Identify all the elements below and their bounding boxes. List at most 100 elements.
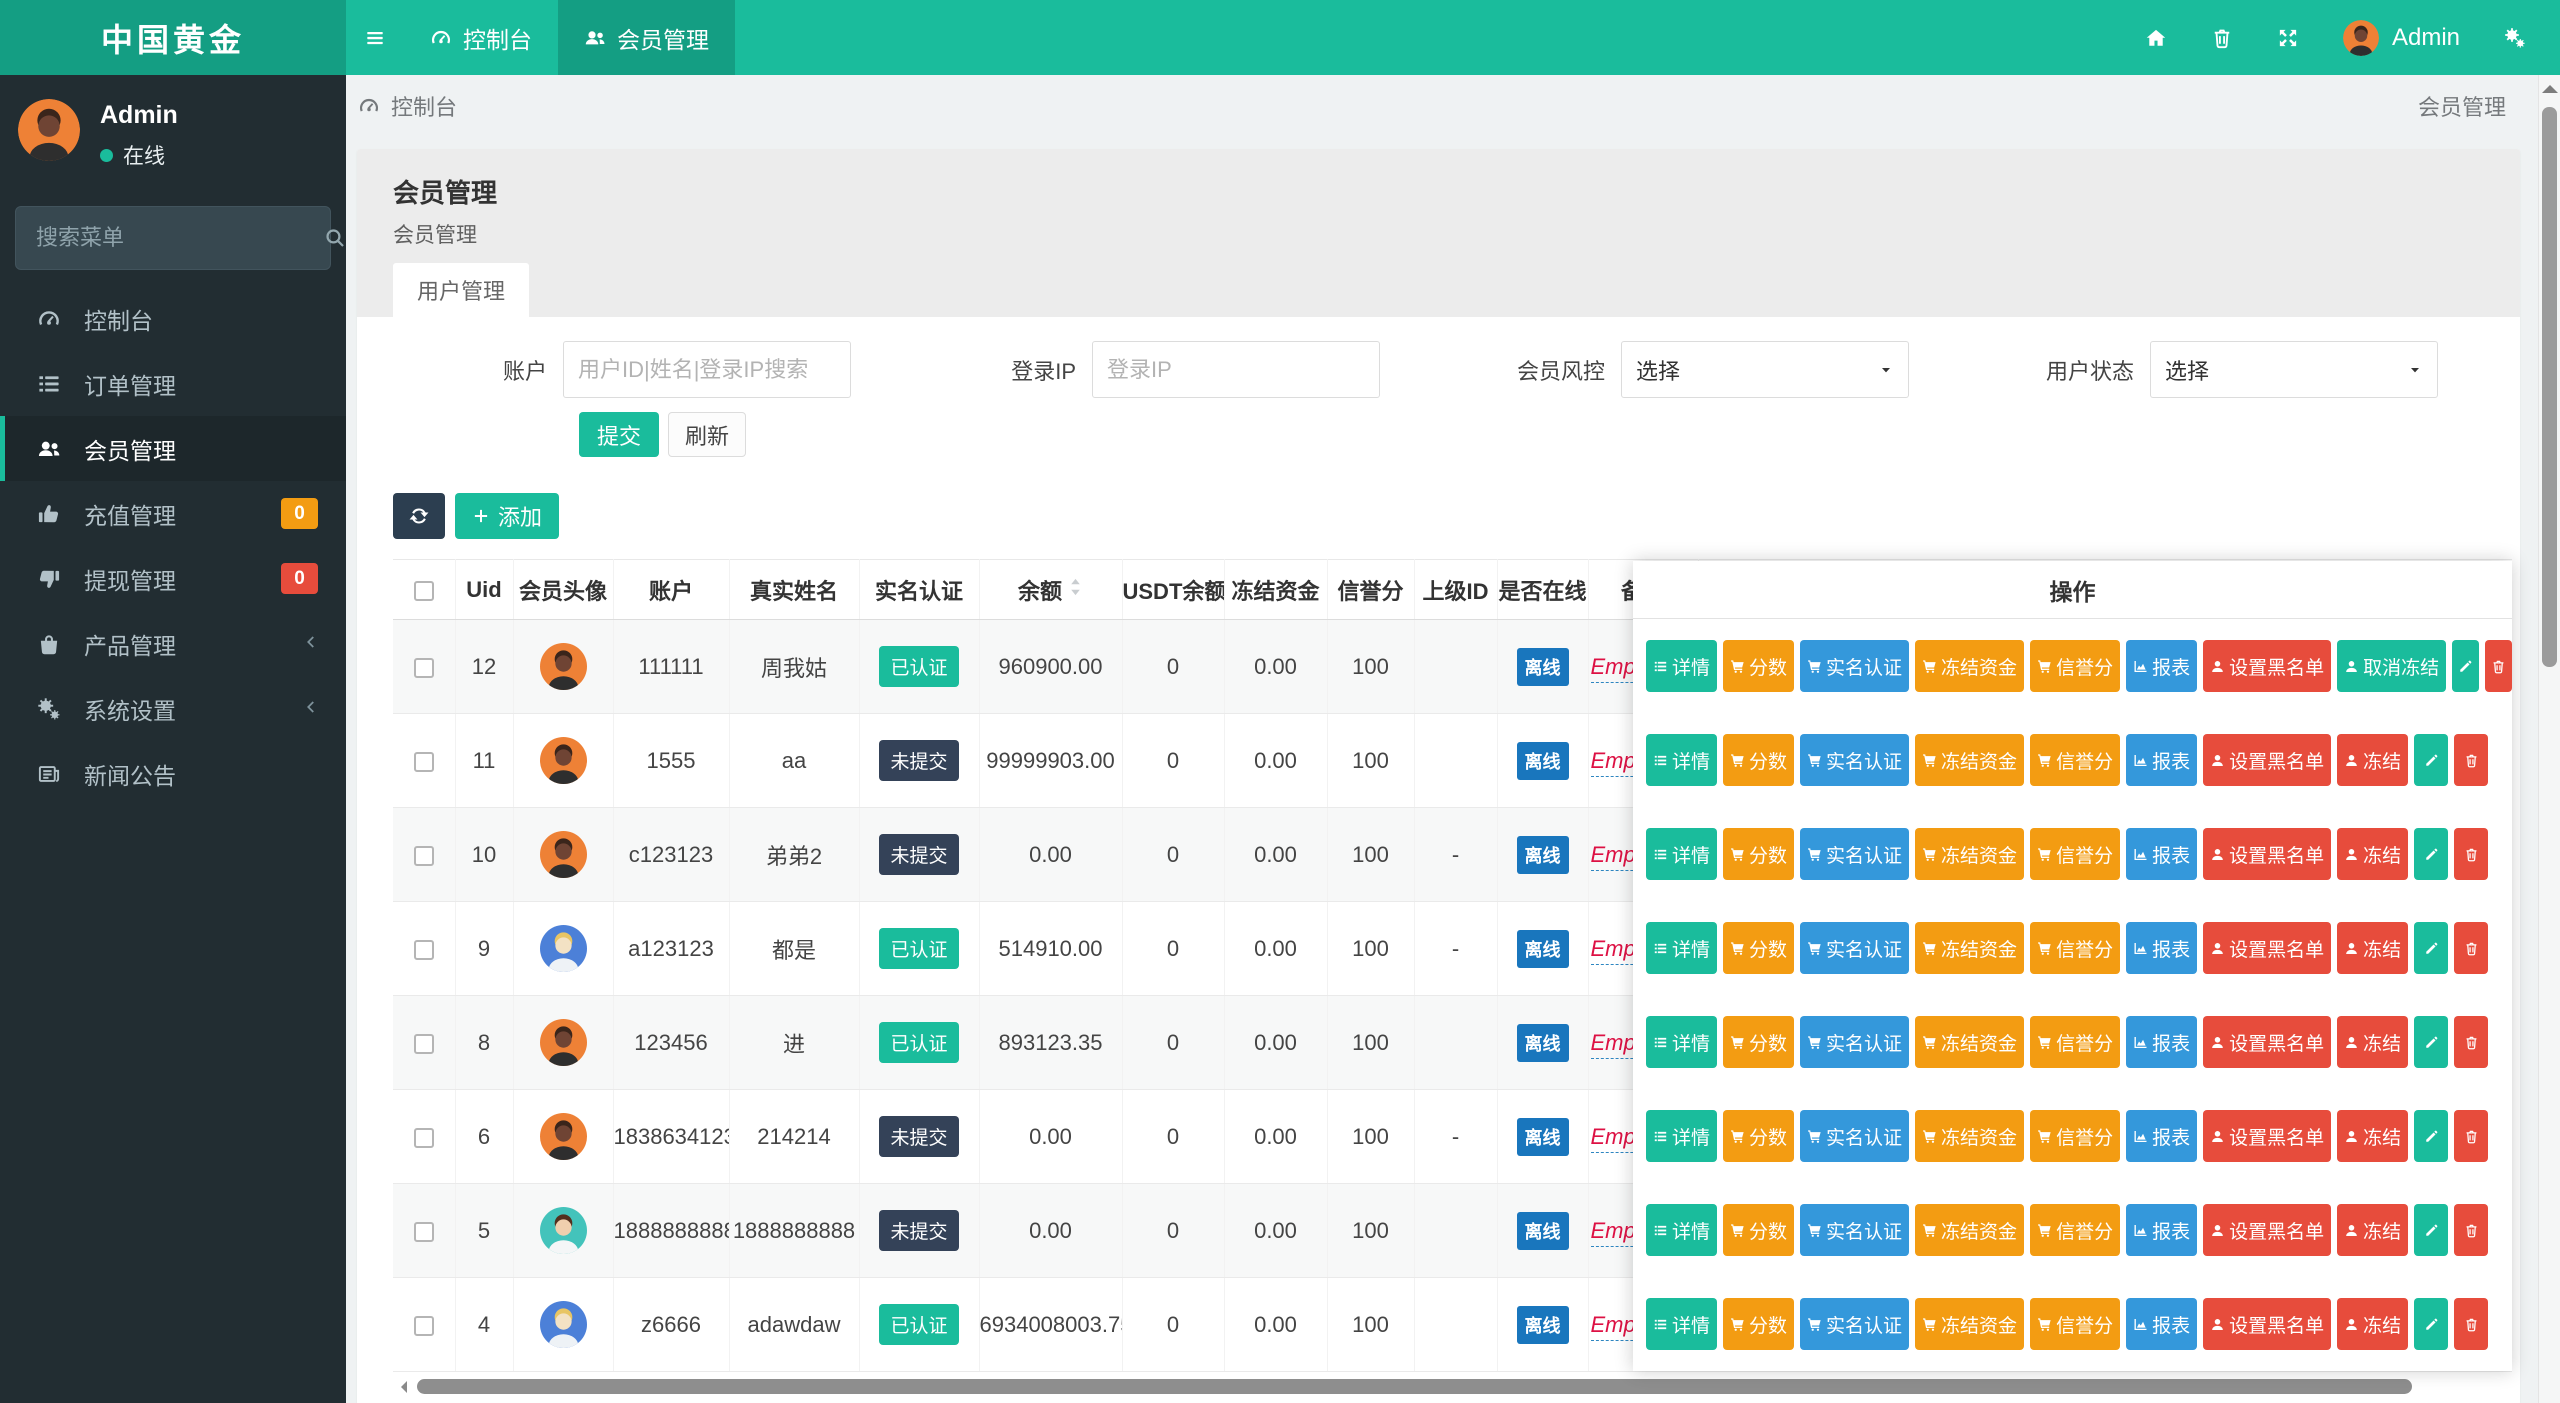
delete-button[interactable] (2454, 1110, 2488, 1162)
detail-button[interactable]: 详情 (1646, 1110, 1717, 1162)
credit-score-button[interactable]: 信誉分 (2030, 1016, 2120, 1068)
row-checkbox[interactable] (414, 1316, 434, 1336)
realname-verify-button[interactable]: 实名认证 (1800, 1016, 1909, 1068)
blacklist-button[interactable]: 设置黑名单 (2203, 1204, 2331, 1256)
score-button[interactable]: 分数 (1723, 640, 1794, 692)
blacklist-button[interactable]: 设置黑名单 (2203, 828, 2331, 880)
sidebar-search-input[interactable] (36, 225, 324, 251)
blacklist-button[interactable]: 设置黑名单 (2203, 1016, 2331, 1068)
edit-button[interactable] (2414, 1110, 2448, 1162)
sidebar-item-withdraw[interactable]: 提现管理0 (0, 546, 346, 611)
home-button[interactable] (2123, 0, 2189, 75)
report-button[interactable]: 报表 (2126, 1298, 2197, 1350)
search-icon[interactable] (324, 227, 346, 249)
score-button[interactable]: 分数 (1723, 1110, 1794, 1162)
row-checkbox[interactable] (414, 940, 434, 960)
freeze-funds-button[interactable]: 冻结资金 (1915, 734, 2024, 786)
sidebar-item-news[interactable]: 新闻公告 (0, 741, 346, 806)
row-checkbox[interactable] (414, 658, 434, 678)
sidebar-item-products[interactable]: 产品管理 (0, 611, 346, 676)
credit-score-button[interactable]: 信誉分 (2030, 1298, 2120, 1350)
detail-button[interactable]: 详情 (1646, 1204, 1717, 1256)
freeze-button[interactable]: 冻结 (2337, 1016, 2408, 1068)
edit-button[interactable] (2452, 640, 2479, 692)
detail-button[interactable]: 详情 (1646, 734, 1717, 786)
freeze-funds-button[interactable]: 冻结资金 (1915, 922, 2024, 974)
report-button[interactable]: 报表 (2126, 828, 2197, 880)
freeze-button[interactable]: 冻结 (2337, 828, 2408, 880)
settings-button[interactable] (2482, 0, 2548, 75)
delete-button[interactable] (2454, 828, 2488, 880)
report-button[interactable]: 报表 (2126, 640, 2197, 692)
vertical-scrollbar[interactable] (2538, 75, 2560, 1403)
add-user-button[interactable]: 添加 (455, 493, 559, 539)
detail-button[interactable]: 详情 (1646, 640, 1717, 692)
blacklist-button[interactable]: 设置黑名单 (2203, 640, 2331, 692)
unfreeze-button[interactable]: 取消冻结 (2337, 640, 2446, 692)
edit-button[interactable] (2414, 1204, 2448, 1256)
delete-button[interactable] (2454, 1298, 2488, 1350)
submit-button[interactable]: 提交 (579, 412, 659, 457)
nav-tab-members[interactable]: 会员管理 (558, 0, 735, 75)
reload-button[interactable] (393, 493, 445, 539)
login-ip-input[interactable] (1092, 341, 1380, 398)
clear-cache-button[interactable] (2189, 0, 2255, 75)
freeze-button[interactable]: 冻结 (2337, 922, 2408, 974)
credit-score-button[interactable]: 信誉分 (2030, 640, 2120, 692)
realname-verify-button[interactable]: 实名认证 (1800, 1110, 1909, 1162)
sidebar-item-system[interactable]: 系统设置 (0, 676, 346, 741)
blacklist-button[interactable]: 设置黑名单 (2203, 1110, 2331, 1162)
status-select[interactable]: 选择 (2150, 341, 2438, 398)
freeze-funds-button[interactable]: 冻结资金 (1915, 828, 2024, 880)
row-checkbox[interactable] (414, 846, 434, 866)
score-button[interactable]: 分数 (1723, 1298, 1794, 1350)
report-button[interactable]: 报表 (2126, 922, 2197, 974)
delete-button[interactable] (2454, 922, 2488, 974)
report-button[interactable]: 报表 (2126, 1204, 2197, 1256)
scroll-left-arrow-icon[interactable] (395, 1381, 407, 1393)
edit-button[interactable] (2414, 734, 2448, 786)
freeze-button[interactable]: 冻结 (2337, 1298, 2408, 1350)
detail-button[interactable]: 详情 (1646, 1016, 1717, 1068)
scroll-up-arrow-icon[interactable] (2542, 85, 2558, 93)
credit-score-button[interactable]: 信誉分 (2030, 922, 2120, 974)
credit-score-button[interactable]: 信誉分 (2030, 828, 2120, 880)
edit-button[interactable] (2414, 1298, 2448, 1350)
detail-button[interactable]: 详情 (1646, 1298, 1717, 1350)
blacklist-button[interactable]: 设置黑名单 (2203, 922, 2331, 974)
detail-button[interactable]: 详情 (1646, 828, 1717, 880)
user-menu[interactable]: Admin (2321, 20, 2482, 56)
report-button[interactable]: 报表 (2126, 734, 2197, 786)
freeze-button[interactable]: 冻结 (2337, 734, 2408, 786)
horizontal-scrollbar[interactable] (393, 1378, 2512, 1395)
edit-button[interactable] (2414, 828, 2448, 880)
delete-button[interactable] (2454, 1204, 2488, 1256)
sidebar-item-members[interactable]: 会员管理 (0, 416, 346, 481)
delete-button[interactable] (2454, 1016, 2488, 1068)
realname-verify-button[interactable]: 实名认证 (1800, 1204, 1909, 1256)
blacklist-button[interactable]: 设置黑名单 (2203, 1298, 2331, 1350)
credit-score-button[interactable]: 信誉分 (2030, 1204, 2120, 1256)
report-button[interactable]: 报表 (2126, 1110, 2197, 1162)
edit-button[interactable] (2414, 1016, 2448, 1068)
row-checkbox[interactable] (414, 1222, 434, 1242)
account-input[interactable] (563, 341, 851, 398)
realname-verify-button[interactable]: 实名认证 (1800, 1298, 1909, 1350)
freeze-funds-button[interactable]: 冻结资金 (1915, 1298, 2024, 1350)
risk-select[interactable]: 选择 (1621, 341, 1909, 398)
freeze-funds-button[interactable]: 冻结资金 (1915, 1204, 2024, 1256)
realname-verify-button[interactable]: 实名认证 (1800, 828, 1909, 880)
freeze-button[interactable]: 冻结 (2337, 1204, 2408, 1256)
delete-button[interactable] (2485, 640, 2512, 692)
sidebar-item-dashboard[interactable]: 控制台 (0, 286, 346, 351)
report-button[interactable]: 报表 (2126, 1016, 2197, 1068)
score-button[interactable]: 分数 (1723, 1204, 1794, 1256)
freeze-button[interactable]: 冻结 (2337, 1110, 2408, 1162)
row-checkbox[interactable] (414, 752, 434, 772)
credit-score-button[interactable]: 信誉分 (2030, 734, 2120, 786)
detail-button[interactable]: 详情 (1646, 922, 1717, 974)
row-checkbox[interactable] (414, 1034, 434, 1054)
delete-button[interactable] (2454, 734, 2488, 786)
brand-logo[interactable]: 中国黄金 (0, 0, 346, 75)
horizontal-scrollbar-thumb[interactable] (417, 1379, 2412, 1394)
